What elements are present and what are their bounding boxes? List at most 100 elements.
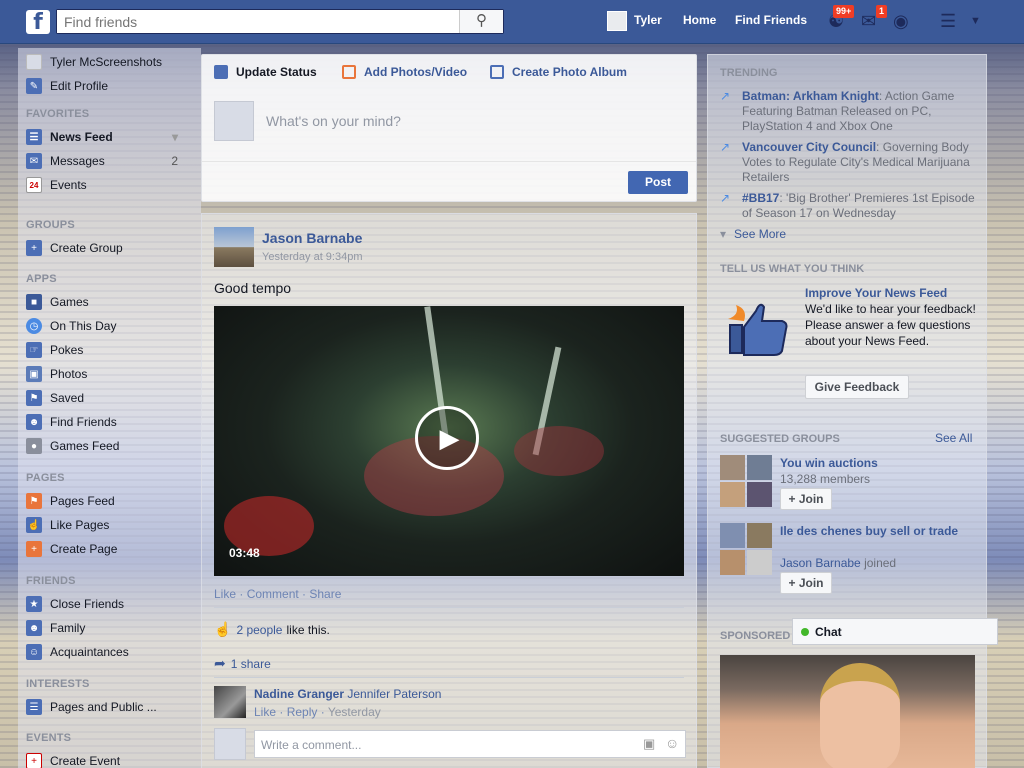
sidebar-item-create-page[interactable]: + Create Page bbox=[26, 539, 196, 559]
tab-label: Update Status bbox=[236, 65, 317, 79]
see-all-link[interactable]: See All bbox=[935, 431, 972, 445]
find-friends-link[interactable]: Find Friends bbox=[735, 13, 807, 27]
sidebar-item-photos[interactable]: ▣ Photos bbox=[26, 364, 196, 384]
trending-item[interactable]: ↗ #BB17: 'Big Brother' Premieres 1st Epi… bbox=[720, 191, 975, 221]
sidebar-item-pokes[interactable]: ☞ Pokes bbox=[26, 340, 196, 360]
member-link[interactable]: Jason Barnabe bbox=[780, 556, 861, 570]
author-name[interactable]: Jason Barnabe bbox=[262, 230, 362, 246]
post-button[interactable]: Post bbox=[628, 171, 688, 194]
sidebar-edit-profile[interactable]: ✎ Edit Profile bbox=[26, 76, 196, 96]
comment-reply-link[interactable]: Reply bbox=[287, 705, 318, 719]
facebook-logo[interactable]: f bbox=[26, 10, 50, 35]
search-input[interactable] bbox=[57, 10, 457, 33]
trending-arrow-icon: ↗ bbox=[720, 191, 731, 205]
sidebar-item-label: Like Pages bbox=[50, 518, 110, 532]
sidebar-item-pages-feed[interactable]: ⚑ Pages Feed bbox=[26, 491, 196, 511]
status-composer: Update Status Add Photos/Video Create Ph… bbox=[201, 54, 697, 202]
comment-input[interactable]: Write a comment... ▣ ☺ bbox=[254, 730, 686, 758]
group-activity: Jason Barnabe joined bbox=[780, 556, 896, 570]
likes-suffix: like this. bbox=[286, 622, 330, 637]
status-input[interactable]: What's on your mind? bbox=[266, 113, 401, 129]
tab-add-photos-video[interactable]: Add Photos/Video bbox=[342, 65, 467, 79]
events-heading: EVENTS bbox=[26, 732, 72, 744]
trending-topic[interactable]: Batman: Arkham Knight bbox=[742, 89, 879, 103]
profile-link[interactable]: Tyler bbox=[634, 13, 662, 27]
sidebar-item-games[interactable]: ■ Games bbox=[26, 292, 196, 312]
likers-link[interactable]: 2 people bbox=[236, 623, 282, 637]
trending-arrow-icon: ↗ bbox=[720, 89, 731, 103]
plus-icon: + bbox=[26, 753, 42, 768]
trending-heading: TRENDING bbox=[720, 67, 778, 79]
sidebar-item-close-friends[interactable]: ★ Close Friends bbox=[26, 594, 196, 614]
search-icon[interactable]: ⚲ bbox=[459, 10, 503, 33]
give-feedback-button[interactable]: Give Feedback bbox=[805, 375, 909, 399]
thumbs-up-icon bbox=[728, 303, 788, 356]
sidebar-item-saved[interactable]: ⚑ Saved bbox=[26, 388, 196, 408]
search-box[interactable]: ⚲ bbox=[56, 9, 504, 34]
sidebar-item-events[interactable]: 24 Events bbox=[26, 175, 196, 195]
privacy-shortcuts-icon[interactable]: ☰ bbox=[940, 11, 956, 32]
like-link[interactable]: Like bbox=[214, 587, 236, 601]
sidebar-item-label: Pokes bbox=[50, 343, 84, 357]
likes-summary: ☝ 2 people like this. bbox=[214, 621, 330, 638]
sponsored-face bbox=[820, 663, 900, 768]
join-group-button[interactable]: + Join bbox=[780, 488, 832, 510]
sidebar-item-like-pages[interactable]: ☝ Like Pages bbox=[26, 515, 196, 535]
comment-time[interactable]: Yesterday bbox=[328, 705, 381, 719]
account-menu-icon[interactable]: ▼ bbox=[970, 15, 981, 27]
author-avatar[interactable] bbox=[214, 227, 254, 267]
sidebar-item-on-this-day[interactable]: ◷ On This Day bbox=[26, 316, 196, 336]
messages-icon[interactable]: ✉ bbox=[861, 11, 876, 32]
comment-tag[interactable]: Jennifer Paterson bbox=[347, 687, 441, 701]
emoji-icon[interactable]: ☺ bbox=[665, 735, 679, 751]
tab-create-photo-album[interactable]: Create Photo Album bbox=[490, 65, 627, 79]
comment-like-link[interactable]: Like bbox=[254, 705, 276, 719]
chevron-down-icon[interactable]: ▾ bbox=[172, 130, 178, 144]
share-link[interactable]: Share bbox=[309, 587, 341, 601]
group-name[interactable]: Ile des chenes buy sell or trade bbox=[780, 523, 970, 539]
sidebar-item-messages[interactable]: ✉ Messages 2 bbox=[26, 151, 196, 171]
sidebar-item-find-friends[interactable]: ☻ Find Friends bbox=[26, 412, 196, 432]
sidebar-item-acquaintances[interactable]: ☺ Acquaintances bbox=[26, 642, 196, 662]
post-text: Good tempo bbox=[214, 280, 292, 296]
commenter-avatar[interactable] bbox=[214, 686, 246, 718]
post-timestamp[interactable]: Yesterday at 9:34pm bbox=[262, 251, 363, 263]
video-player[interactable]: ▶ 03:48 bbox=[214, 306, 684, 576]
comment-link[interactable]: Comment bbox=[247, 587, 299, 601]
trending-item[interactable]: ↗ Batman: Arkham Knight: Action Game Fea… bbox=[720, 89, 975, 134]
commenter-name[interactable]: Nadine Granger bbox=[254, 687, 344, 701]
trending-topic[interactable]: #BB17 bbox=[742, 191, 779, 205]
messages-icon: ✉ bbox=[26, 153, 42, 169]
see-more-link[interactable]: ▾ See More bbox=[720, 227, 786, 241]
sidebar-item-pages-and-public[interactable]: ☰ Pages and Public ... bbox=[26, 697, 196, 717]
play-icon[interactable]: ▶ bbox=[415, 406, 479, 470]
tab-update-status[interactable]: Update Status bbox=[214, 65, 317, 79]
comment: Nadine Granger Jennifer Paterson bbox=[254, 687, 441, 701]
home-link[interactable]: Home bbox=[683, 13, 716, 27]
sponsored-image[interactable] bbox=[720, 655, 975, 768]
sidebar-item-label: Games Feed bbox=[50, 439, 120, 453]
top-bar: f ⚲ Tyler Home Find Friends ☯ 99+ ✉ 1 ◉ … bbox=[0, 0, 1024, 44]
sidebar-item-family[interactable]: ☻ Family bbox=[26, 618, 196, 638]
sidebar-item-label: Create Group bbox=[50, 241, 123, 255]
chat-bar[interactable]: Chat bbox=[792, 618, 998, 645]
trending-topic[interactable]: Vancouver City Council bbox=[742, 140, 876, 154]
join-group-button[interactable]: + Join bbox=[780, 572, 832, 594]
sidebar-item-create-event[interactable]: + Create Event bbox=[26, 751, 196, 768]
shares-count: 1 share bbox=[230, 656, 271, 671]
group-photo[interactable] bbox=[720, 523, 772, 575]
sidebar-item-create-group[interactable]: + Create Group bbox=[26, 238, 196, 258]
group-photo[interactable] bbox=[720, 455, 772, 507]
user-avatar[interactable] bbox=[607, 11, 627, 31]
family-icon: ☻ bbox=[26, 620, 42, 636]
globe-icon[interactable]: ◉ bbox=[893, 11, 909, 32]
shares-summary[interactable]: ➦ 1 share bbox=[214, 655, 271, 672]
improve-title[interactable]: Improve Your News Feed bbox=[805, 286, 947, 300]
sidebar-profile[interactable]: Tyler McScreenshots bbox=[26, 52, 196, 72]
trending-item[interactable]: ↗ Vancouver City Council: Governing Body… bbox=[720, 140, 975, 185]
sidebar-item-games-feed[interactable]: ● Games Feed bbox=[26, 436, 196, 456]
sidebar-item-news-feed[interactable]: ☰ News Feed ▾ bbox=[26, 127, 196, 147]
camera-icon bbox=[342, 65, 356, 79]
camera-icon[interactable]: ▣ bbox=[643, 736, 655, 752]
group-name[interactable]: You win auctions bbox=[780, 455, 970, 471]
